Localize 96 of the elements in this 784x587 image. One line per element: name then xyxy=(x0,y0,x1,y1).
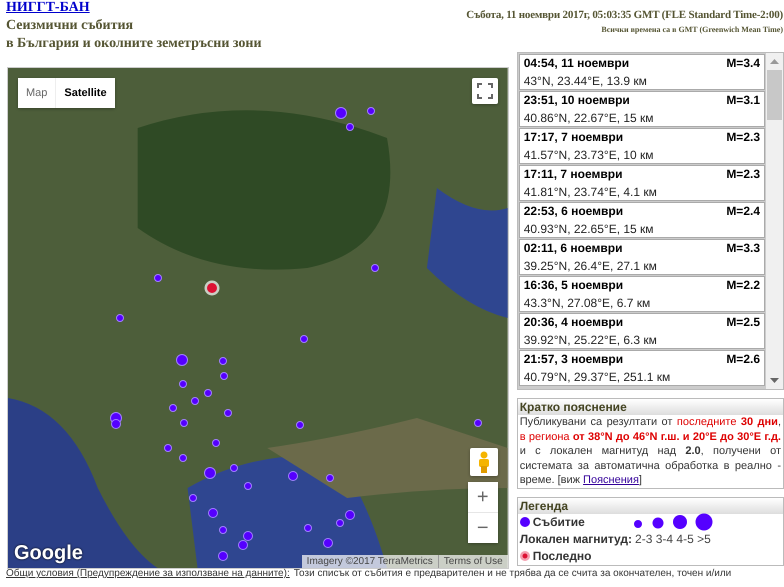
event-marker[interactable] xyxy=(367,107,375,115)
event-marker[interactable] xyxy=(371,264,379,272)
event-magnitude: M=2.4 xyxy=(726,204,760,219)
event-marker[interactable] xyxy=(296,421,304,429)
event-location: 40.93°N, 22.65°E, 15 км xyxy=(524,222,654,237)
street-view-button[interactable] xyxy=(470,448,498,476)
event-magnitude: M=3.4 xyxy=(726,56,760,71)
map-type-tab[interactable]: Map xyxy=(18,78,56,108)
event-location: 41.57°N, 23.73°E, 10 км xyxy=(524,148,654,163)
panel-title: Легенда xyxy=(518,498,783,514)
event-marker[interactable] xyxy=(300,335,308,343)
event-marker[interactable] xyxy=(220,372,228,380)
event-magnitude: M=2.3 xyxy=(726,167,760,182)
fullscreen-icon xyxy=(476,83,493,99)
scroll-down-icon xyxy=(770,378,779,383)
event-marker[interactable] xyxy=(224,409,232,417)
explanation-link[interactable]: Пояснения xyxy=(583,474,639,486)
event-magnitude: M=2.6 xyxy=(726,352,760,367)
latest-dot-icon xyxy=(520,551,530,561)
event-location: 40.86°N, 22.67°E, 15 км xyxy=(524,111,654,126)
event-marker[interactable] xyxy=(212,439,220,447)
event-row[interactable]: 23:51, 10 ноември M=3.1 40.86°N, 22.67°E, 15 км xyxy=(518,91,765,127)
event-time: 16:36, 5 ноември xyxy=(524,278,624,293)
event-time: 02:11, 6 ноември xyxy=(524,241,622,256)
zoom-out-button[interactable]: − xyxy=(468,513,498,543)
event-location: 43.3°N, 27.08°E, 6.7 км xyxy=(524,296,650,311)
current-date: Събота, 11 ноември 2017г, 05:03:35 GMT (FLE Standard Time-2:00) xyxy=(466,9,783,21)
event-magnitude: M=3.1 xyxy=(726,93,760,108)
event-location: 43°N, 23.44°E, 13.9 км xyxy=(524,74,647,89)
scrollbar[interactable] xyxy=(766,53,783,389)
event-magnitude: M=2.3 xyxy=(726,130,760,145)
disclaimer-text: Този списък от събития е предварителен и не трябва да се счита за окончателен, точен и/или xyxy=(294,568,732,579)
event-marker[interactable] xyxy=(189,494,197,502)
event-time: 17:11, 7 ноември xyxy=(524,167,622,182)
zoom-in-button[interactable]: + xyxy=(468,482,498,512)
event-marker[interactable] xyxy=(180,419,188,427)
event-marker[interactable] xyxy=(474,419,482,427)
page-title: Сеизмични събития xyxy=(6,17,134,35)
map-type-tab[interactable]: Satellite xyxy=(55,78,115,108)
event-magnitude: M=2.2 xyxy=(726,278,760,293)
legend-label: Локален магнитуд: xyxy=(520,532,632,546)
event-time: 04:54, 11 ноември xyxy=(524,56,630,71)
event-location: 40.79°N, 29.37°E, 251.1 км xyxy=(524,370,670,385)
event-marker[interactable] xyxy=(154,274,162,282)
event-time: 21:57, 3 ноември xyxy=(524,352,624,367)
event-marker[interactable] xyxy=(204,389,212,397)
event-row[interactable]: 16:36, 5 ноември M=2.2 43.3°N, 27.08°E, 6.7 км xyxy=(518,276,765,312)
terms-link[interactable]: Общи условия (Предупреждение за използване на данните): xyxy=(6,568,290,579)
legend-label: Събитие xyxy=(532,515,585,529)
event-marker[interactable] xyxy=(230,464,238,472)
explanation-text: Публикувани са резултати от последните 30 дни, в региона от 38°N до 46°N г.ш. и 20°E до 30°E г.д. и с локален магнитуд над 2.0, получени от системата за автоматична обработка в реално - време. [виж Пояснения] xyxy=(518,415,782,488)
event-marker[interactable] xyxy=(169,404,177,412)
magnitude-ranges: 2-3 3-4 4-5 >5 xyxy=(635,532,711,546)
event-row[interactable]: 17:17, 7 ноември M=2.3 41.57°N, 23.73°E, 10 км xyxy=(518,128,765,164)
pegman-icon xyxy=(476,451,491,473)
event-time: 23:51, 10 ноември xyxy=(524,93,630,108)
event-time: 20:36, 4 ноември xyxy=(524,315,624,330)
event-row[interactable]: 21:57, 3 ноември M=2.6 40.79°N, 29.37°E, 251.1 км xyxy=(518,350,765,386)
legend-label: Последно xyxy=(532,549,592,563)
page-subtitle: в България и околните земетръсни зони xyxy=(6,35,262,53)
event-time: 22:53, 6 ноември xyxy=(524,204,624,219)
event-marker[interactable] xyxy=(244,482,252,490)
scrollbar-thumb[interactable] xyxy=(767,70,782,120)
event-magnitude: M=2.5 xyxy=(726,315,760,330)
site-link[interactable]: НИГГТ-БАН xyxy=(6,0,90,15)
imagery-credit: Imagery ©2017 TerraMetrics xyxy=(306,555,434,568)
event-row[interactable]: 17:11, 7 ноември M=2.3 41.81°N, 23.74°E, 4.1 км xyxy=(518,165,765,201)
event-marker[interactable] xyxy=(346,123,354,131)
event-location: 39.25°N, 26.4°E, 27.1 км xyxy=(524,259,657,274)
event-marker[interactable] xyxy=(116,314,124,322)
event-marker[interactable] xyxy=(179,380,187,388)
event-row[interactable]: 20:36, 4 ноември M=2.5 39.92°N, 25.22°E, 6.3 км xyxy=(518,313,765,349)
event-magnitude: M=3.3 xyxy=(726,241,760,256)
event-dot-icon xyxy=(520,517,530,527)
event-marker[interactable] xyxy=(304,524,312,532)
scroll-up-icon xyxy=(770,59,779,64)
event-marker[interactable] xyxy=(219,357,227,365)
time-note: Всички времена са в GMT (Greenwich Mean Time) xyxy=(601,25,783,34)
event-marker[interactable] xyxy=(326,474,334,482)
event-row[interactable]: 22:53, 6 ноември M=2.4 40.93°N, 22.65°E, 15 км xyxy=(518,202,765,238)
event-marker[interactable] xyxy=(179,454,187,462)
event-marker[interactable] xyxy=(219,526,227,534)
terms-link[interactable]: Terms of Use xyxy=(438,555,508,568)
event-time: 17:17, 7 ноември xyxy=(524,130,624,145)
event-row[interactable]: 02:11, 6 ноември M=3.3 39.25°N, 26.4°E, 27.1 км xyxy=(518,239,765,275)
event-row[interactable]: 04:54, 11 ноември M=3.4 43°N, 23.44°E, 13.9 км xyxy=(518,54,765,90)
fullscreen-button[interactable] xyxy=(472,78,498,104)
event-marker[interactable] xyxy=(336,519,344,527)
event-location: 41.81°N, 23.74°E, 4.1 км xyxy=(524,185,657,200)
panel-title: Кратко пояснение xyxy=(518,399,783,415)
latest-event-marker[interactable] xyxy=(204,280,220,296)
event-marker[interactable] xyxy=(164,444,172,452)
satellite-map[interactable]: Map Satellite + − Google Imagery ©2017 TerraMetrics Terms of Use xyxy=(7,67,509,569)
event-marker[interactable] xyxy=(191,397,199,405)
map-logo: Google xyxy=(14,542,83,565)
event-location: 39.92°N, 25.22°E, 6.3 км xyxy=(524,333,657,348)
